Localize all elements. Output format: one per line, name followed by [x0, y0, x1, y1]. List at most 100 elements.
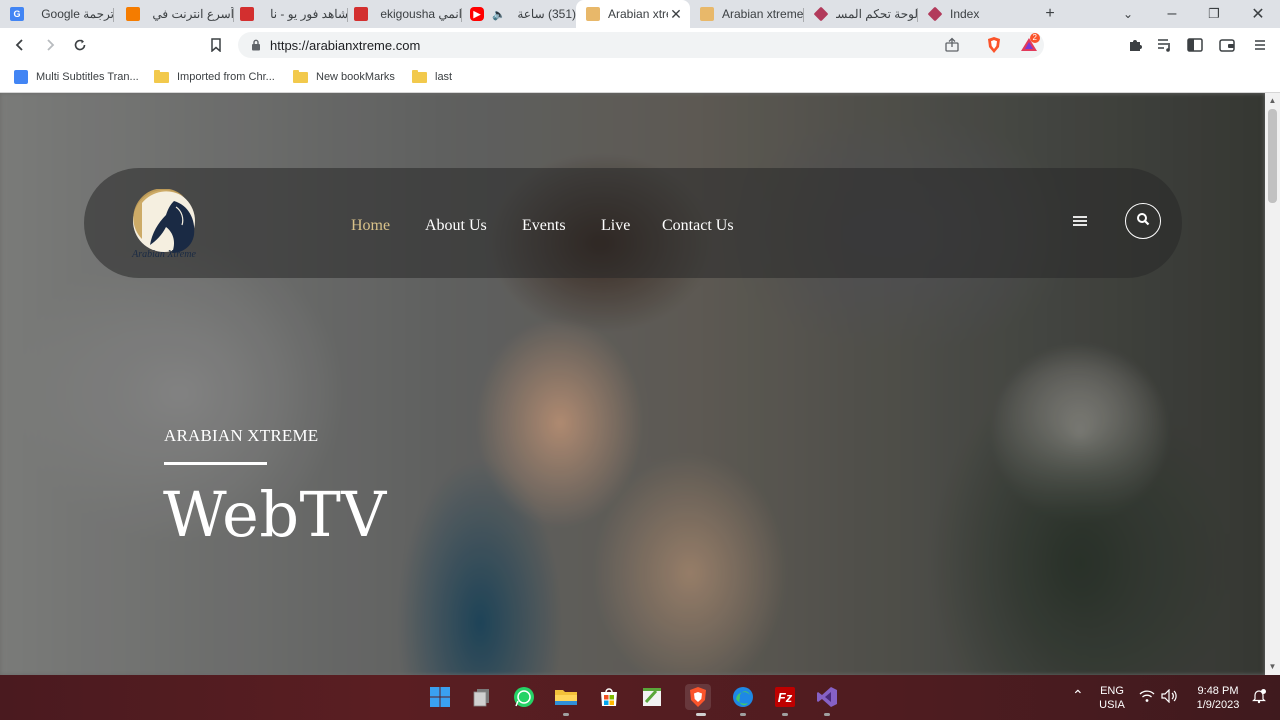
tab-google-translate[interactable]: G ترجمة Google [0, 0, 114, 28]
brave-icon[interactable] [685, 684, 711, 710]
close-tab-icon[interactable]: ✕ [668, 6, 684, 23]
hero-divider [164, 462, 267, 465]
hamburger-menu-icon[interactable] [1072, 214, 1088, 228]
main-menu-icon[interactable] [1250, 35, 1270, 55]
keyboard-layout: USIA [1099, 699, 1125, 711]
volume-icon[interactable] [1161, 688, 1179, 707]
bookmark-folder-last[interactable]: last [412, 69, 452, 85]
minimize-icon[interactable]: – [1162, 4, 1182, 24]
notepad-plus-icon[interactable] [639, 684, 665, 710]
page-scrollbar[interactable]: ▲ ▼ [1265, 93, 1280, 675]
whatsapp-icon[interactable] [511, 684, 537, 710]
clock[interactable]: 9:48 PM 1/9/2023 [1190, 684, 1246, 712]
orange-square-icon [126, 7, 140, 21]
tab-anime[interactable]: انمي ekigousha [344, 0, 462, 28]
forward-icon[interactable] [40, 35, 60, 55]
clock-date: 1/9/2023 [1196, 699, 1240, 711]
brave-shields-icon[interactable] [986, 36, 1002, 59]
lock-icon[interactable] [250, 39, 262, 51]
site-navbar: Arabian Xtreme Home About Us Events Live… [84, 168, 1182, 278]
sidebar-icon[interactable] [1185, 35, 1205, 55]
nav-about-us[interactable]: About Us [425, 217, 487, 235]
tab-internet-speed[interactable]: أسرع انترنت في [116, 0, 234, 28]
arabian-xtreme-icon [700, 7, 714, 21]
tray-overflow-chevron-icon[interactable]: ⌃ [1072, 688, 1084, 702]
folder-icon [154, 69, 169, 83]
arabian-xtreme-icon [586, 7, 600, 21]
svg-text:Fz: Fz [778, 690, 793, 705]
address-bar[interactable]: https://arabianxtreme.com 2 [238, 32, 1044, 58]
visual-studio-icon[interactable] [814, 684, 840, 710]
diamond-icon [927, 6, 943, 22]
windows-start-icon[interactable] [427, 684, 453, 710]
tab-search-chevron-icon[interactable]: ⌄ [1118, 4, 1138, 24]
tab-strip: G ترجمة Google أسرع انترنت في شاهد فور ي… [0, 0, 1280, 28]
hero-eyebrow: ARABIAN XTREME [164, 426, 319, 445]
bookmark-icon[interactable] [206, 35, 226, 55]
bookmark-folder-imported[interactable]: Imported from Chr... [154, 69, 275, 85]
tab-arabian-xtreme[interactable]: Arabian xtreme [690, 0, 804, 28]
language-code: ENG [1100, 685, 1124, 697]
youtube-icon: ▶ [470, 7, 484, 21]
tab-watch-for-you[interactable]: شاهد فور يو - نا [230, 0, 348, 28]
diamond-icon [813, 6, 829, 22]
search-button[interactable] [1125, 203, 1161, 239]
reload-icon[interactable] [70, 35, 90, 55]
bookmark-label: Multi Subtitles Tran... [36, 71, 139, 83]
scroll-up-arrow-icon[interactable]: ▲ [1268, 96, 1277, 105]
tab-title: (351) ساعة [517, 7, 576, 21]
clock-time: 9:48 PM [1197, 685, 1239, 697]
wallet-icon[interactable] [1217, 35, 1237, 55]
folder-icon [412, 69, 427, 83]
tab-youtube[interactable]: ▶ 🔈 (351) ساعة [460, 0, 576, 28]
filezilla-icon[interactable]: Fz [772, 684, 798, 710]
wifi-icon[interactable] [1139, 689, 1155, 707]
file-explorer-icon[interactable] [553, 684, 579, 710]
language-indicator[interactable]: ENG USIA [1096, 684, 1128, 712]
extensions-puzzle-icon[interactable] [1125, 35, 1145, 55]
windows-taskbar: Fz ⌃ ENG USIA 9:48 PM 1/9/2023 [0, 675, 1280, 720]
red-tv-icon [354, 7, 368, 21]
scroll-thumb[interactable] [1268, 109, 1277, 203]
edge-icon[interactable] [730, 684, 756, 710]
rewards-badge: 2 [1029, 33, 1040, 43]
bookmark-label: Imported from Chr... [177, 71, 275, 83]
nav-events[interactable]: Events [522, 217, 566, 235]
window-close-icon[interactable]: ✕ [1248, 4, 1268, 24]
file-stack-icon[interactable] [469, 684, 495, 710]
tab-title: انمي ekigousha [380, 7, 462, 21]
nav-contact-us[interactable]: Contact Us [662, 217, 734, 235]
nav-live[interactable]: Live [601, 217, 630, 235]
notifications-icon[interactable] [1251, 688, 1267, 708]
share-icon[interactable] [944, 37, 960, 58]
tab-arabian-xtreme-active[interactable]: Arabian xtre ✕ [576, 0, 690, 28]
tab-control-panel[interactable]: لوحة تحكم المسا [804, 0, 918, 28]
new-tab-plus-icon[interactable]: + [1040, 4, 1060, 24]
folder-icon [293, 69, 308, 83]
google-translate-icon: G [10, 7, 24, 21]
url-text[interactable]: https://arabianxtreme.com [270, 38, 420, 53]
hero-title: WebTV [163, 478, 387, 551]
back-icon[interactable] [10, 35, 30, 55]
tab-title: شاهد فور يو - نا [270, 7, 348, 21]
bookmark-label: New bookMarks [316, 71, 395, 83]
brave-rewards-icon[interactable]: 2 [1020, 33, 1040, 58]
restore-icon[interactable]: ❐ [1204, 4, 1224, 24]
tab-title: Arabian xtre [608, 7, 668, 21]
audio-playing-icon[interactable]: 🔈 [492, 8, 506, 21]
bookmark-multi-subtitles[interactable]: Multi Subtitles Tran... [14, 69, 139, 85]
translate-extension-icon [14, 70, 28, 84]
arabian-xtreme-logo[interactable]: Arabian Xtreme [122, 188, 206, 260]
scroll-down-arrow-icon[interactable]: ▼ [1268, 662, 1277, 671]
bookmark-folder-new[interactable]: New bookMarks [293, 69, 395, 85]
media-playlist-icon[interactable] [1155, 35, 1175, 55]
tab-index[interactable]: Index [918, 0, 1030, 28]
bookmarks-bar: Multi Subtitles Tran... Imported from Ch… [0, 62, 1280, 93]
browser-toolbar: https://arabianxtreme.com 2 [0, 28, 1280, 62]
red-tv-icon [240, 7, 254, 21]
tab-title: Arabian xtreme [722, 7, 804, 21]
microsoft-store-icon[interactable] [596, 684, 622, 710]
svg-text:Arabian Xtreme: Arabian Xtreme [131, 249, 196, 259]
tab-title: Index [950, 7, 980, 21]
nav-home[interactable]: Home [351, 217, 390, 235]
